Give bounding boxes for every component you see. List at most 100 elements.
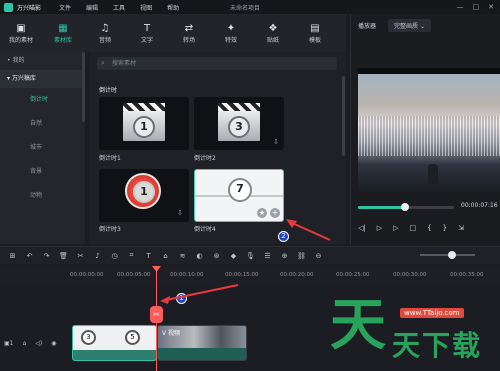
- watermark-text: 天下载: [392, 329, 483, 362]
- media-card-countdown-1[interactable]: 1: [99, 97, 189, 150]
- progress-knob[interactable]: [401, 203, 409, 211]
- clapperboard-icon: [123, 103, 165, 111]
- zoom-slider[interactable]: [420, 251, 475, 259]
- crop-icon[interactable]: ⌗: [123, 251, 140, 260]
- menu-help[interactable]: 帮助: [167, 3, 179, 12]
- adjust-icon[interactable]: ≋: [174, 252, 191, 260]
- layout-icon[interactable]: ⊞: [4, 252, 21, 260]
- mute-icon[interactable]: ◁): [35, 340, 42, 347]
- play-icon[interactable]: ▷: [393, 224, 398, 232]
- render-icon[interactable]: ⊛: [208, 252, 225, 260]
- lock-icon[interactable]: ⌂: [23, 340, 27, 347]
- clip-video[interactable]: V 视频: [157, 325, 247, 361]
- download-icon[interactable]: ⇩: [273, 138, 279, 146]
- app-name: 万兴喵影: [17, 4, 42, 12]
- add-to-timeline-icon[interactable]: +: [270, 208, 280, 218]
- quality-dropdown[interactable]: 完整画质 ⌄: [388, 18, 431, 32]
- sidebar-item-animals[interactable]: 动物: [0, 184, 85, 208]
- maximize-icon[interactable]: □: [473, 3, 480, 11]
- mixer-icon[interactable]: ☰: [259, 252, 276, 260]
- sidebar-mine[interactable]: • 我的: [0, 52, 85, 70]
- zoom-knob[interactable]: [448, 251, 456, 259]
- marker-icon[interactable]: ◆: [225, 252, 242, 260]
- sidebar-item-city[interactable]: 城市: [0, 136, 85, 160]
- clapperboard-icon: [218, 103, 260, 111]
- tool-effects[interactable]: ✦ 特效: [210, 14, 252, 52]
- media-card-countdown-2[interactable]: 3: [194, 97, 284, 150]
- mark-out-icon[interactable]: }: [443, 224, 447, 232]
- playback-progress[interactable]: [358, 203, 454, 211]
- category-sidebar: • 我的 ▾ 万兴稿库 倒计时 自然 城市 背景 动物: [0, 52, 85, 244]
- snap-icon[interactable]: ⊕: [276, 252, 293, 260]
- audio-detach-icon[interactable]: ♪: [89, 252, 106, 260]
- menu-file[interactable]: 文件: [59, 3, 71, 12]
- speed-icon[interactable]: ◷: [106, 252, 123, 260]
- prev-frame-icon[interactable]: ◁|: [358, 224, 366, 232]
- mark-in-icon[interactable]: {: [427, 224, 431, 232]
- playback-controls: ◁| ▷ ▷ □ { } ⇲: [358, 224, 464, 232]
- tool-transitions[interactable]: ⇄ 转场: [168, 14, 210, 52]
- tool-audio[interactable]: ♫ 音频: [84, 14, 126, 52]
- clip-label: V 视频: [162, 330, 181, 337]
- app-logo-icon: [4, 2, 13, 12]
- clip-thumb-number: 5: [125, 330, 140, 345]
- music-icon: ♫: [100, 23, 110, 34]
- stop-icon[interactable]: □: [410, 224, 417, 232]
- media-card-countdown-3[interactable]: 1: [99, 169, 189, 222]
- sidebar-library[interactable]: ▾ 万兴稿库: [0, 70, 85, 88]
- media-card-countdown-4[interactable]: 7 ★ +: [194, 169, 284, 222]
- clip-countdown[interactable]: 3 5: [72, 325, 157, 361]
- tool-label: 我的素材: [8, 37, 33, 44]
- search-input[interactable]: ⌕ 搜索素材: [97, 57, 337, 70]
- zoom-out-icon[interactable]: ⊖: [310, 252, 327, 260]
- ruler-tick: 00:00:10:00: [170, 272, 204, 278]
- tool-stickers[interactable]: ❖ 贴纸: [252, 14, 294, 52]
- color-icon[interactable]: ◐: [191, 252, 208, 260]
- tool-label: 模板: [308, 37, 321, 44]
- site-watermark: 天 www.TTaijo.com 天下载: [330, 296, 500, 371]
- card-label: 倒计时4: [194, 226, 216, 233]
- ruler-tick: 00:00:15:00: [225, 272, 259, 278]
- media-grid-panel: ⌕ 搜索素材 倒计时 1 倒计时1 3 倒计时2 ⇩ 1 倒计时3 ⇩ 7 ★ …: [89, 52, 346, 244]
- minimize-icon[interactable]: —: [457, 3, 464, 11]
- menu-tools[interactable]: 工具: [113, 3, 125, 12]
- undo-icon[interactable]: ↶: [21, 252, 38, 260]
- quality-value: 完整画质: [394, 22, 419, 30]
- sidebar-scrollbar[interactable]: [82, 52, 85, 122]
- menu-view[interactable]: 视图: [140, 3, 152, 12]
- tag-icon[interactable]: ⌂: [157, 252, 174, 260]
- library-icon: ▦: [58, 23, 68, 34]
- split-scissors-button[interactable]: ✂: [150, 306, 163, 323]
- ruler-tick: 00:00:35:00: [450, 272, 484, 278]
- sidebar-item-countdown[interactable]: 倒计时: [0, 88, 85, 112]
- search-placeholder: 搜索素材: [112, 60, 137, 67]
- tool-my-media[interactable]: ▣ 我的素材: [0, 14, 42, 52]
- player-header: 播放器 完整画质 ⌄: [351, 14, 500, 36]
- timecode: 00:00:07:16: [461, 202, 498, 209]
- tool-templates[interactable]: ▤ 模板: [294, 14, 336, 52]
- favorite-icon[interactable]: ★: [257, 208, 267, 218]
- menu-edit[interactable]: 编辑: [86, 3, 98, 12]
- cut-icon[interactable]: ✂: [72, 252, 89, 260]
- track-type-icon: ▣1: [4, 339, 14, 347]
- timeline-ruler[interactable]: 00:00:00:00 00:00:05:00 00:00:10:00 00:0…: [0, 265, 500, 287]
- track-header: ▣1 ⌂ ◁) ◉: [0, 335, 70, 351]
- content-scrollbar[interactable]: [342, 76, 345, 156]
- link-icon[interactable]: ⛓: [293, 252, 310, 260]
- redo-icon[interactable]: ↷: [38, 252, 55, 260]
- sidebar-mine-label: 我的: [12, 57, 25, 64]
- close-icon[interactable]: ✕: [488, 3, 494, 11]
- visibility-icon[interactable]: ◉: [51, 340, 56, 347]
- download-icon[interactable]: ⇩: [177, 209, 183, 217]
- step-back-icon[interactable]: ▷: [377, 224, 382, 232]
- delete-icon[interactable]: 🗑: [55, 252, 72, 260]
- fullscreen-icon[interactable]: ⇲: [458, 224, 464, 232]
- sidebar-item-background[interactable]: 背景: [0, 160, 85, 184]
- mic-icon[interactable]: 🎙: [242, 252, 259, 260]
- tool-stock-library[interactable]: ▦ 素材库: [42, 14, 84, 52]
- tool-text[interactable]: T 文字: [126, 14, 168, 52]
- sidebar-item-nature[interactable]: 自然: [0, 112, 85, 136]
- tool-label: 贴纸: [266, 37, 279, 44]
- folder-icon: ▣: [16, 23, 26, 34]
- text-icon[interactable]: T: [140, 252, 157, 260]
